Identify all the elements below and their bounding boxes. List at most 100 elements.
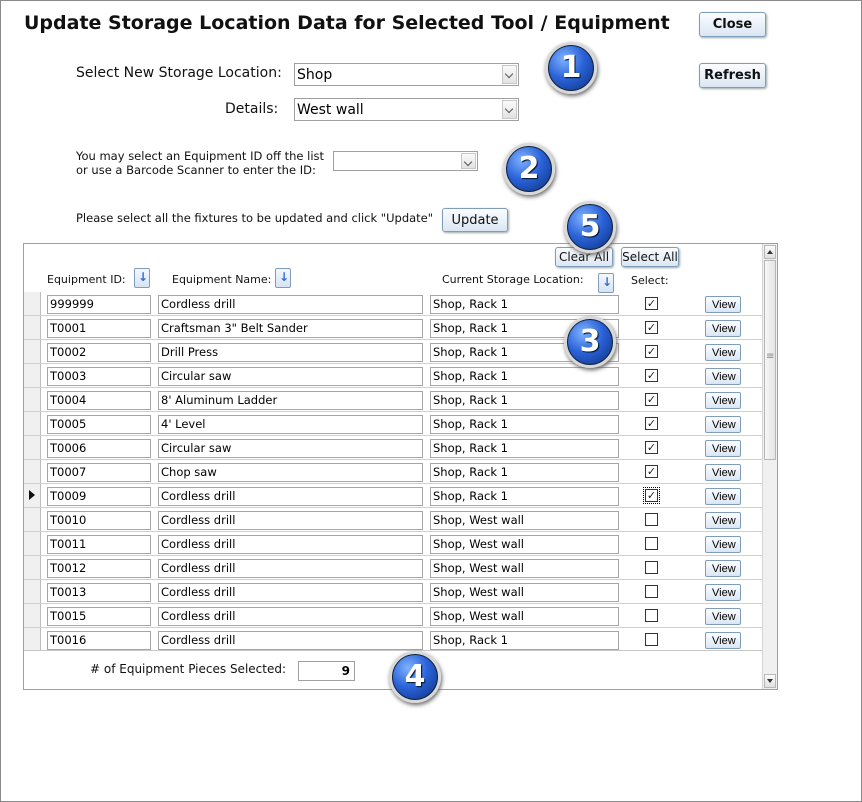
table-row[interactable]: T0012 Cordless drill Shop, West wall View (24, 556, 764, 580)
table-row[interactable]: T0010 Cordless drill Shop, West wall View (24, 508, 764, 532)
select-checkbox[interactable]: ✓ (645, 345, 658, 358)
equipment-id-cell[interactable]: T0001 (47, 319, 151, 338)
view-button[interactable]: View (705, 296, 741, 313)
equipment-name-cell[interactable]: Circular saw (158, 367, 423, 386)
storage-location-cell[interactable]: Shop, West wall (430, 559, 619, 578)
table-row[interactable]: T0005 4' Level Shop, Rack 1 ✓ View (24, 412, 764, 436)
storage-location-select[interactable]: Shop (294, 63, 519, 86)
equipment-name-cell[interactable]: 8' Aluminum Ladder (158, 391, 423, 410)
table-row[interactable]: T0004 8' Aluminum Ladder Shop, Rack 1 ✓ View (24, 388, 764, 412)
view-button[interactable]: View (705, 464, 741, 481)
equipment-name-cell[interactable]: Cordless drill (158, 583, 423, 602)
storage-location-cell[interactable]: Shop, Rack 1 (430, 631, 619, 650)
table-row[interactable]: T0006 Circular saw Shop, Rack 1 ✓ View (24, 436, 764, 460)
view-button[interactable]: View (705, 392, 741, 409)
record-selector[interactable] (24, 484, 41, 507)
equipment-name-cell[interactable]: Cordless drill (158, 559, 423, 578)
chevron-down-icon[interactable] (502, 100, 517, 119)
select-all-button[interactable]: Select All (621, 247, 679, 267)
view-button[interactable]: View (705, 368, 741, 385)
storage-location-cell[interactable]: Shop, West wall (430, 535, 619, 554)
equipment-id-cell[interactable]: T0013 (47, 583, 151, 602)
select-checkbox[interactable]: ✓ (645, 321, 658, 334)
equipment-name-cell[interactable]: Circular saw (158, 439, 423, 458)
equipment-id-cell[interactable]: T0016 (47, 631, 151, 650)
select-checkbox[interactable]: ✓ (645, 393, 658, 406)
view-button[interactable]: View (705, 584, 741, 601)
scroll-up-icon[interactable] (764, 245, 776, 259)
view-button[interactable]: View (705, 608, 741, 625)
equipment-id-cell[interactable]: T0012 (47, 559, 151, 578)
table-row[interactable]: T0003 Circular saw Shop, Rack 1 ✓ View (24, 364, 764, 388)
chevron-down-icon[interactable] (502, 65, 517, 84)
storage-location-cell[interactable]: Shop, Rack 1 (430, 295, 619, 314)
record-selector[interactable] (24, 436, 41, 459)
equipment-id-cell[interactable]: T0002 (47, 343, 151, 362)
record-selector[interactable] (24, 580, 41, 603)
table-row[interactable]: T0011 Cordless drill Shop, West wall View (24, 532, 764, 556)
table-row[interactable]: T0013 Cordless drill Shop, West wall View (24, 580, 764, 604)
table-row[interactable]: T0002 Drill Press Shop, Rack 1 ✓ View (24, 340, 764, 364)
record-selector[interactable] (24, 292, 41, 315)
select-checkbox[interactable]: ✓ (645, 417, 658, 430)
storage-location-cell[interactable]: Shop, Rack 1 (430, 391, 619, 410)
select-checkbox[interactable] (645, 513, 658, 526)
table-row[interactable]: T0001 Craftsman 3" Belt Sander Shop, Rack … (24, 316, 764, 340)
table-row[interactable]: T0007 Chop saw Shop, Rack 1 ✓ View (24, 460, 764, 484)
select-checkbox[interactable]: ✓ (645, 465, 658, 478)
storage-location-cell[interactable]: Shop, Rack 1 (430, 463, 619, 482)
equipment-id-cell[interactable]: T0004 (47, 391, 151, 410)
record-selector[interactable] (24, 628, 41, 651)
details-select[interactable]: West wall (294, 98, 519, 121)
table-row[interactable]: T0015 Cordless drill Shop, West wall View (24, 604, 764, 628)
equipment-id-cell[interactable]: T0007 (47, 463, 151, 482)
equipment-name-cell[interactable]: Cordless drill (158, 535, 423, 554)
select-checkbox[interactable]: ✓ (645, 441, 658, 454)
record-selector[interactable] (24, 412, 41, 435)
table-row[interactable]: T0016 Cordless drill Shop, Rack 1 View (24, 628, 764, 652)
grid-scrollbar[interactable] (762, 244, 777, 689)
storage-location-cell[interactable]: Shop, West wall (430, 583, 619, 602)
select-checkbox[interactable] (645, 537, 658, 550)
view-button[interactable]: View (705, 560, 741, 577)
equipment-id-cell[interactable]: T0009 (47, 487, 151, 506)
record-selector[interactable] (24, 532, 41, 555)
chevron-down-icon[interactable] (461, 153, 476, 169)
scroll-down-icon[interactable] (764, 674, 776, 688)
select-checkbox[interactable] (645, 633, 658, 646)
view-button[interactable]: View (705, 512, 741, 529)
scroll-thumb[interactable] (764, 260, 776, 460)
select-checkbox[interactable] (645, 609, 658, 622)
record-selector[interactable] (24, 604, 41, 627)
storage-location-cell[interactable]: Shop, Rack 1 (430, 367, 619, 386)
view-button[interactable]: View (705, 320, 741, 337)
record-selector[interactable] (24, 508, 41, 531)
view-button[interactable]: View (705, 344, 741, 361)
equipment-name-cell[interactable]: Chop saw (158, 463, 423, 482)
equipment-id-cell[interactable]: T0011 (47, 535, 151, 554)
refresh-button[interactable]: Refresh (699, 63, 766, 88)
equipment-id-cell[interactable]: T0010 (47, 511, 151, 530)
equipment-id-cell[interactable]: T0015 (47, 607, 151, 626)
equipment-id-cell[interactable]: 999999 (47, 295, 151, 314)
record-selector[interactable] (24, 460, 41, 483)
record-selector[interactable] (24, 316, 41, 339)
view-button[interactable]: View (705, 632, 741, 649)
equipment-name-cell[interactable]: Drill Press (158, 343, 423, 362)
sort-id-icon[interactable] (134, 268, 150, 288)
update-button[interactable]: Update (442, 208, 508, 232)
table-row[interactable]: 999999 Cordless drill Shop, Rack 1 ✓ View (24, 292, 764, 316)
equipment-name-cell[interactable]: Craftsman 3" Belt Sander (158, 319, 423, 338)
equipment-id-cell[interactable]: T0005 (47, 415, 151, 434)
storage-location-cell[interactable]: Shop, West wall (430, 607, 619, 626)
storage-location-cell[interactable]: Shop, Rack 1 (430, 487, 619, 506)
equipment-id-cell[interactable]: T0006 (47, 439, 151, 458)
equipment-id-cell[interactable]: T0003 (47, 367, 151, 386)
select-checkbox[interactable]: ✓ (645, 297, 658, 310)
equipment-name-cell[interactable]: Cordless drill (158, 631, 423, 650)
sort-name-icon[interactable] (275, 268, 291, 288)
sort-location-icon[interactable] (598, 273, 614, 293)
view-button[interactable]: View (705, 416, 741, 433)
equipment-name-cell[interactable]: Cordless drill (158, 295, 423, 314)
equipment-name-cell[interactable]: 4' Level (158, 415, 423, 434)
